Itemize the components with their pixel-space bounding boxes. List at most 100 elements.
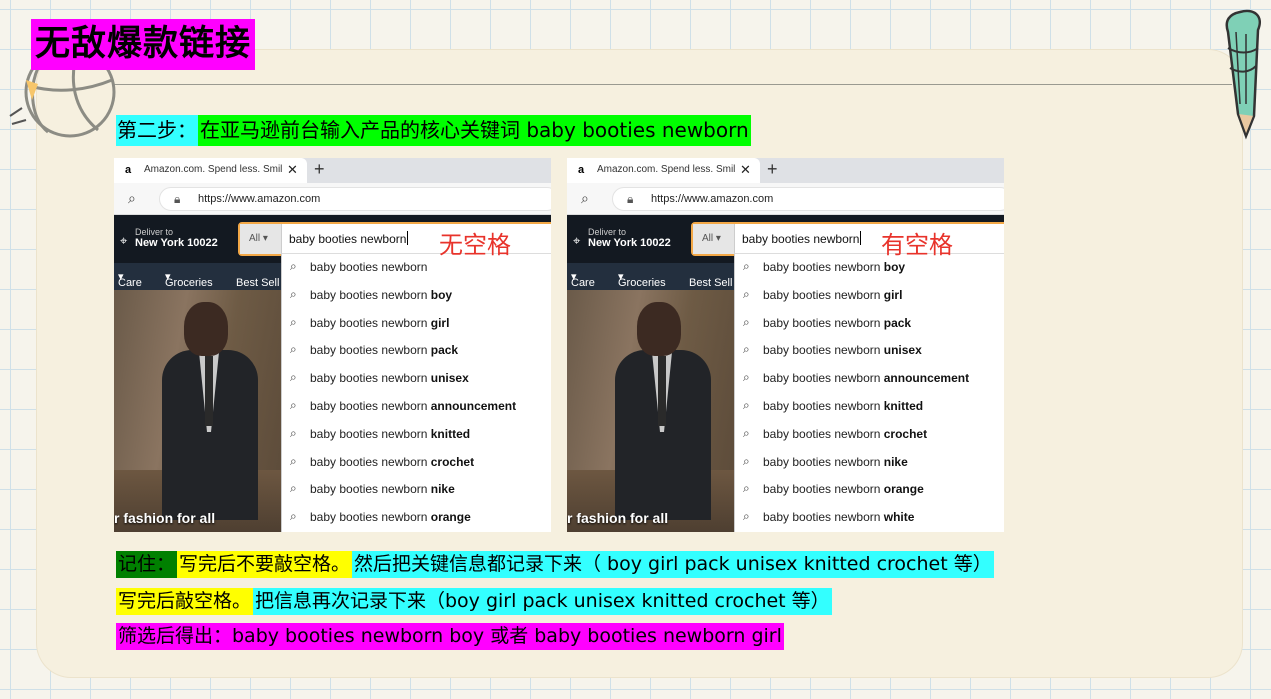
suggestion-text: baby booties newborn orange: [310, 510, 471, 524]
suggestion-base: baby booties newborn: [763, 287, 884, 302]
suggestion-base: baby booties newborn: [763, 510, 884, 525]
text-caret: [860, 231, 862, 245]
note-segment: 筛选后得出：baby booties newborn boy 或者 baby b…: [116, 623, 784, 650]
suggestion-base: baby booties newborn: [763, 371, 884, 386]
search-icon: ⌕: [743, 481, 750, 496]
suggestion-text: baby booties newborn crochet: [310, 455, 474, 469]
step-text: 在亚马逊前台输入产品的核心关键词 baby booties newborn: [198, 115, 751, 146]
new-tab-icon[interactable]: +: [767, 159, 778, 180]
search-icon: ⌕: [743, 342, 750, 357]
search-icon: ⌕: [290, 370, 297, 385]
nav-item-label: Groceries: [165, 277, 213, 289]
url-text: https://www.amazon.com: [651, 193, 774, 205]
suggestion-text: baby booties newborn girl: [763, 288, 902, 302]
search-icon: ⌕: [290, 342, 297, 357]
suggestion-item[interactable]: ⌕ baby booties newborn girl: [282, 310, 551, 338]
address-bar-row: ⌕ 🔒︎ https://www.amazon.com: [567, 183, 1004, 215]
suggestion-keyword: orange: [430, 510, 471, 525]
suggestion-item[interactable]: ⌕ baby booties newborn crochet: [282, 449, 551, 477]
search-icon: ⌕: [290, 259, 297, 273]
suggestion-text: baby booties newborn orange: [763, 482, 924, 496]
nav-item-groceries[interactable]: Groceries ▾: [165, 270, 213, 289]
browser-tab-strip: a Amazon.com. Spend less. Smile more. ✕ …: [567, 158, 1004, 183]
note-segment: 然后把关键信息都记录下来（ boy girl pack unisex knitt…: [352, 551, 994, 578]
suggestion-keyword: knitted: [883, 399, 924, 413]
suggestion-item[interactable]: ⌕ baby booties newborn white: [735, 504, 1004, 532]
suggestion-text: baby booties newborn pack: [310, 343, 458, 357]
close-tab-icon[interactable]: ✕: [740, 162, 751, 178]
browser-tab[interactable]: a Amazon.com. Spend less. Smile more. ✕: [114, 158, 307, 183]
suggestion-base: baby booties newborn: [310, 482, 431, 497]
suggestion-item[interactable]: ⌕ baby booties newborn boy: [282, 282, 551, 310]
deliver-label: Deliver to: [588, 227, 627, 237]
suggestion-item[interactable]: ⌕ baby booties newborn unisex: [735, 337, 1004, 365]
search-icon: ⌕: [290, 286, 297, 301]
search-icon[interactable]: ⌕: [128, 190, 136, 207]
space-annotation-label: 无空格: [439, 231, 511, 259]
address-bar[interactable]: 🔒︎ https://www.amazon.com: [612, 187, 1004, 211]
suggestion-item[interactable]: ⌕ baby booties newborn announcement: [282, 393, 551, 421]
suggestion-item[interactable]: ⌕ baby booties newborn knitted: [282, 421, 551, 449]
lock-icon: 🔒︎: [627, 192, 634, 206]
search-icon: ⌕: [743, 370, 750, 385]
search-department-select[interactable]: All ▾: [240, 224, 282, 254]
suggestion-text: baby booties newborn announcement: [310, 399, 516, 413]
suggestion-item[interactable]: ⌕ baby booties newborn crochet: [735, 421, 1004, 449]
search-input[interactable]: baby booties newborn: [289, 231, 409, 246]
amazon-favicon-icon: a: [125, 164, 132, 176]
search-icon: ⌕: [743, 286, 750, 301]
suggestion-base: baby booties newborn: [763, 426, 884, 441]
suggestion-base: baby booties newborn: [763, 399, 884, 413]
suggestion-keyword: crochet: [883, 426, 928, 441]
suggestion-item[interactable]: ⌕ baby booties newborn orange: [282, 504, 551, 532]
note-line: 记住： 写完后不要敲空格。 然后把关键信息都记录下来（ boy girl pack …: [116, 551, 1116, 578]
suggestion-item[interactable]: ⌕ baby booties newborn orange: [735, 476, 1004, 504]
suggestion-text: baby booties newborn unisex: [763, 343, 922, 357]
suggestion-item[interactable]: ⌕ baby booties newborn girl: [735, 282, 1004, 310]
search-icon: ⌕: [290, 425, 297, 440]
search-icon: ⌕: [290, 453, 297, 468]
nav-item-groceries[interactable]: Groceries ▾: [618, 270, 666, 289]
suggestion-base: baby booties newborn: [310, 371, 431, 386]
amazon-screenshot-with-space: a Amazon.com. Spend less. Smile more. ✕ …: [567, 158, 1004, 532]
suggestion-item[interactable]: ⌕ baby booties newborn announcement: [735, 365, 1004, 393]
address-bar[interactable]: 🔒︎ https://www.amazon.com: [159, 187, 551, 211]
hero-person-tie: [658, 356, 666, 426]
amazon-search-box[interactable]: All ▾ baby booties newborn: [691, 222, 1004, 256]
search-query-text: baby booties newborn: [289, 232, 407, 246]
browser-tab[interactable]: a Amazon.com. Spend less. Smile more. ✕: [567, 158, 760, 183]
suggestion-item[interactable]: ⌕ baby booties newborn knitted: [735, 393, 1004, 421]
location-pin-icon: ⌖: [120, 233, 128, 248]
suggestion-item[interactable]: ⌕ baby booties newborn pack: [735, 310, 1004, 338]
suggestion-base: baby booties newborn: [763, 454, 884, 469]
suggestion-item[interactable]: ⌕ baby booties newborn unisex: [282, 365, 551, 393]
suggestion-base: baby booties newborn: [763, 315, 884, 330]
suggestion-keyword: girl: [883, 287, 903, 302]
search-icon: ⌕: [290, 398, 297, 412]
hero-banner[interactable]: r fashion for all: [567, 290, 734, 532]
nav-item-care[interactable]: Care ▾: [571, 270, 595, 289]
suggestion-text: baby booties newborn: [310, 260, 427, 274]
new-tab-icon[interactable]: +: [314, 159, 325, 180]
space-annotation-label: 有空格: [881, 231, 953, 259]
nav-item-care[interactable]: Care ▾: [118, 270, 142, 289]
close-tab-icon[interactable]: ✕: [287, 162, 298, 178]
suggestion-item[interactable]: ⌕ baby booties newborn nike: [735, 449, 1004, 477]
address-bar-row: ⌕ 🔒︎ https://www.amazon.com: [114, 183, 551, 215]
suggestion-text: baby booties newborn unisex: [310, 371, 469, 385]
search-department-select[interactable]: All ▾: [693, 224, 735, 254]
suggestion-item[interactable]: ⌕ baby booties newborn pack: [282, 337, 551, 365]
note-segment: 记住：: [116, 551, 178, 578]
title-divider: [112, 84, 1232, 85]
search-icon: ⌕: [290, 481, 297, 496]
hero-banner[interactable]: r fashion for all: [114, 290, 281, 532]
amazon-screenshot-no-space: a Amazon.com. Spend less. Smile more. ✕ …: [114, 158, 551, 532]
search-icon[interactable]: ⌕: [581, 190, 589, 207]
suggestion-item[interactable]: ⌕ baby booties newborn boy: [735, 254, 1004, 282]
suggestion-item[interactable]: ⌕ baby booties newborn nike: [282, 476, 551, 504]
search-input[interactable]: baby booties newborn: [742, 231, 862, 246]
search-query-text: baby booties newborn: [742, 232, 860, 246]
location-pin-icon: ⌖: [573, 233, 581, 248]
tab-title: Amazon.com. Spend less. Smile more.: [144, 164, 282, 175]
suggestion-keyword: boy: [430, 287, 453, 302]
